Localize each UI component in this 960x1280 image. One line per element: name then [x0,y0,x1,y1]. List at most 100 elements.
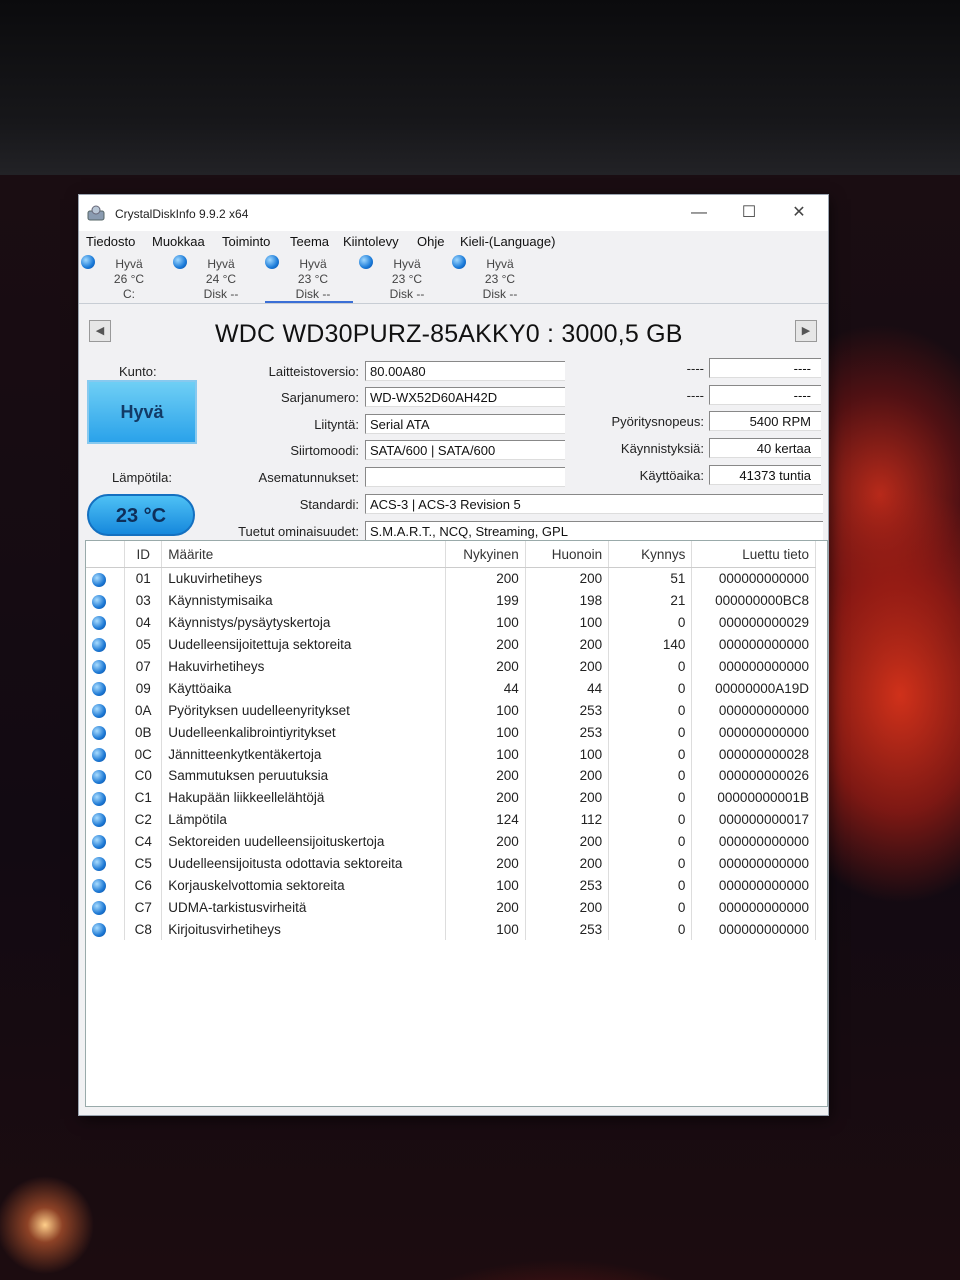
table-header-row: ID Määrite Nykyinen Huonoin Kynnys Luett… [86,541,816,568]
table-row[interactable]: C8 Kirjoitusvirhetiheys 100 253 0 00000000000… [86,918,816,941]
disk-tab-c[interactable]: Hyvä 26 °C C: [81,255,169,301]
window-title: CrystalDiskInfo 9.9.2 x64 [115,207,249,221]
status-good-icon [92,835,106,850]
cell-current: 200 [445,786,526,809]
maximize-button[interactable]: ☐ [727,199,771,227]
close-button[interactable]: ✕ [777,199,821,227]
cell-worst: 200 [525,896,610,919]
table-row[interactable]: 03 Käynnistymisaika 199 198 21 000000000BC8 [86,589,816,612]
menu-language[interactable]: Kieli-(Language) [460,234,555,249]
cell-attribute: Korjauskelvottomia sektoreita [161,874,447,897]
table-row[interactable]: C5 Uudelleensijoitusta odottavia sektorei… [86,852,816,875]
menu-file[interactable]: Tiedosto [86,234,135,249]
field-label-interface: Liityntä: [314,417,359,432]
row-status-cell [86,874,126,897]
title-bar[interactable]: CrystalDiskInfo 9.9.2 x64 — ☐ ✕ [79,195,828,231]
firmware-value: 80.00A80 [365,361,565,381]
cell-threshold: 0 [608,655,693,678]
cell-raw-value: 000000000026 [691,765,816,787]
table-row[interactable]: 09 Käyttöaika 44 44 0 00000000A19D [86,677,816,700]
status-good-icon [92,616,106,631]
right-label-2: ---- [686,388,704,403]
disk-tab-4[interactable]: Hyvä 23 °C Disk -- [359,255,447,301]
table-row[interactable]: 04 Käynnistys/pysäytyskertoja 100 100 0 00000… [86,611,816,634]
column-header-current[interactable]: Nykyinen [445,541,526,568]
health-status-button[interactable]: Hyvä [87,380,197,444]
cell-raw-value: 00000000001B [691,786,816,809]
table-row[interactable]: 0C Jännitteenkytkentäkertoja 100 100 0 000000… [86,743,816,766]
cell-attribute: Uudelleenkalibrointiyritykset [161,721,447,744]
row-status-cell [86,852,126,875]
cell-current: 200 [445,655,526,678]
disk-tab-5[interactable]: Hyvä 23 °C Disk -- [452,255,540,301]
cell-id: C0 [124,765,163,787]
disk-name: Disk -- [295,287,331,301]
cell-threshold: 140 [608,633,693,656]
disk-temp: 26 °C [113,272,145,286]
cell-attribute: Uudelleensijoitusta odottavia sektoreita [161,852,447,875]
minimize-button[interactable]: — [677,199,721,227]
menu-edit[interactable]: Muokkaa [152,234,205,249]
cell-worst: 200 [525,786,610,809]
cell-threshold: 0 [608,852,693,875]
column-header-raw-value[interactable]: Luettu tieto [691,541,816,568]
cell-raw-value: 000000000028 [691,743,816,766]
table-row[interactable]: C7 UDMA-tarkistusvirheitä 200 200 0 000000000… [86,896,816,919]
disk-name: Disk -- [203,287,239,301]
column-header-worst[interactable]: Huonoin [525,541,610,568]
menu-function[interactable]: Toiminto [222,234,270,249]
cell-id: 05 [124,633,163,656]
table-row[interactable]: C2 Lämpötila 124 112 0 000000000017 [86,808,816,831]
monitor-bezel [0,0,960,175]
cell-attribute: Lämpötila [161,808,447,831]
cell-worst: 200 [525,765,610,787]
status-good-icon [92,704,106,718]
table-row[interactable]: 07 Hakuvirhetiheys 200 200 0 000000000000 [86,655,816,678]
cell-id: 07 [124,655,163,678]
cell-attribute: Sammutuksen peruutuksia [161,765,447,787]
power-on-hours-label: Käyttöaika: [639,468,704,483]
table-row[interactable]: C6 Korjauskelvottomia sektoreita 100 253 0 00… [86,874,816,897]
disk-status: Hyvä [207,257,235,271]
table-row[interactable]: C4 Sektoreiden uudelleensijoituskertoja 20… [86,830,816,853]
table-row[interactable]: 05 Uudelleensijoitettuja sektoreita 200 200… [86,633,816,656]
row-status-cell [86,918,126,941]
cell-worst: 112 [525,808,610,831]
row-status-cell [86,655,126,678]
column-header-threshold[interactable]: Kynnys [608,541,693,568]
disk-tab-2[interactable]: Hyvä 24 °C Disk -- [173,255,261,301]
row-status-cell [86,611,126,634]
row-status-cell [86,830,126,853]
row-status-cell [86,677,126,700]
row-status-cell [86,699,126,722]
cell-current: 100 [445,611,526,634]
disk-status: Hyvä [299,257,327,271]
column-header-attribute[interactable]: Määrite [161,541,447,568]
next-disk-button[interactable]: ▶ [795,320,817,342]
cell-raw-value: 000000000000 [691,852,816,875]
menu-theme[interactable]: Teema [290,234,329,249]
previous-disk-button[interactable]: ◀ [89,320,111,342]
table-row[interactable]: 01 Lukuvirhetiheys 200 200 51 000000000000 [86,567,816,590]
column-header-id[interactable]: ID [124,541,163,568]
cell-worst: 253 [525,721,610,744]
cell-id: C2 [124,808,163,831]
right-value-1: ---- [709,358,821,378]
menu-help[interactable]: Ohje [417,234,444,249]
disk-app-icon [87,205,105,221]
disk-tab-3[interactable]: Hyvä 23 °C Disk -- [265,255,353,303]
table-row[interactable]: C1 Hakupään liikkeellelähtöjä 200 200 0 00000… [86,786,816,809]
cell-raw-value: 000000000029 [691,611,816,634]
disk-status: Hyvä [393,257,421,271]
power-on-hours-value: 41373 tuntia [709,465,821,485]
table-row[interactable]: C0 Sammutuksen peruutuksia 200 200 0 00000000… [86,765,816,787]
menu-disk[interactable]: Kiintolevy [343,234,399,249]
status-column-header[interactable] [86,541,126,568]
status-good-icon [92,791,106,806]
table-row[interactable]: 0A Pyörityksen uudelleenyritykset 100 253 0 0… [86,699,816,722]
cell-threshold: 51 [608,567,693,590]
cell-current: 200 [445,852,526,875]
cell-attribute: Sektoreiden uudelleensijoituskertoja [161,830,447,853]
table-row[interactable]: 0B Uudelleenkalibrointiyritykset 100 253 0 00… [86,721,816,744]
cell-attribute: Jännitteenkytkentäkertoja [161,743,447,766]
